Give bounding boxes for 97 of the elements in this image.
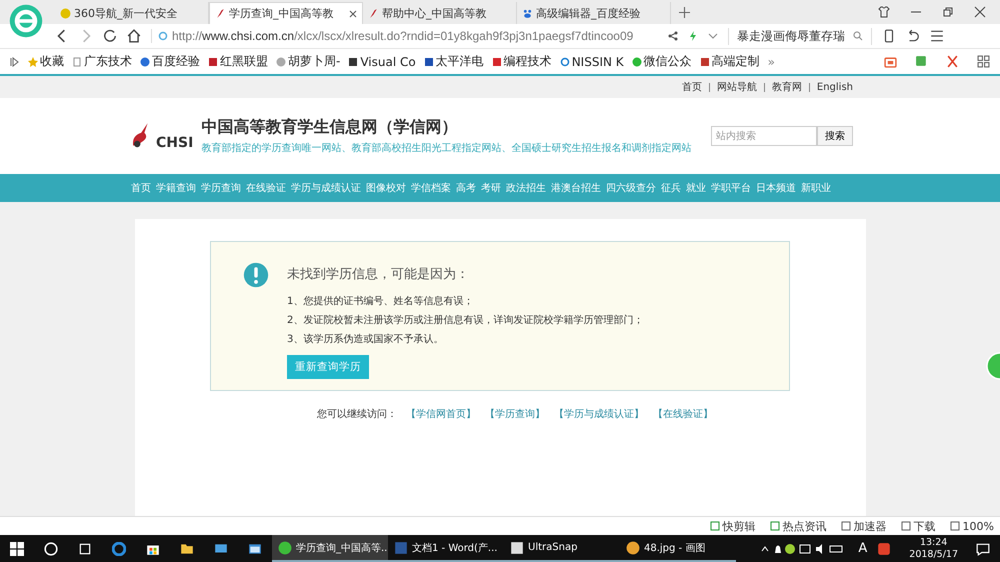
bookmark[interactable]: 收藏: [28, 53, 64, 70]
sogou-icon[interactable]: [877, 542, 892, 556]
restore-icon[interactable]: [942, 6, 954, 18]
bookmark[interactable]: 胡萝卜周-: [276, 53, 340, 70]
edge-icon[interactable]: [112, 542, 126, 556]
bookmark-icon: [632, 56, 642, 66]
status-item[interactable]: 热点资讯: [770, 518, 827, 534]
notification-icon[interactable]: [976, 542, 990, 556]
menu-icon[interactable]: [930, 29, 944, 43]
browser-tab[interactable]: 高级编辑器_百度经验: [517, 2, 671, 24]
status-icon: [710, 521, 720, 531]
status-item[interactable]: 快剪辑: [710, 518, 756, 534]
bookmark-icon: [140, 56, 150, 66]
app-icon: [278, 540, 292, 554]
status-item[interactable]: 加速器: [840, 518, 887, 534]
sidebar-toggle-icon[interactable]: [10, 56, 20, 66]
app-icon: [626, 540, 640, 554]
site-icon: [368, 8, 379, 18]
taskbar-app[interactable]: UltraSnap: [504, 535, 620, 562]
close-icon[interactable]: [349, 10, 357, 18]
bookmark[interactable]: Visual Co: [348, 54, 416, 68]
bookmark[interactable]: 编程技术: [492, 53, 552, 70]
bookmark-icon: [700, 56, 710, 66]
reason-text: 2、发证院校暂未注册该学历或注册信息有误，详询发证院校学籍学历管理部门；: [287, 314, 644, 328]
site-search-field[interactable]: 站内搜索: [711, 126, 817, 146]
continue-link[interactable]: 【学历查询】: [485, 407, 545, 421]
top-link[interactable]: 网站导航: [716, 80, 757, 94]
windows-start-icon[interactable]: [10, 542, 24, 556]
notice-title: 未找到学历信息，可能是因为：: [287, 266, 470, 283]
bookmark[interactable]: 百度经验: [140, 53, 200, 70]
status-item[interactable]: 下载: [900, 518, 936, 534]
page-status-icon: [158, 31, 168, 41]
lightning-icon[interactable]: [688, 31, 698, 41]
reason-text: 1、您提供的证书编号、姓名等信息有误；: [287, 294, 474, 309]
exclamation-icon: [243, 262, 269, 288]
bookmark-icon: [276, 56, 286, 66]
bookmark-icon: [28, 56, 38, 66]
taskbar-app[interactable]: 文档1 - Word(产...: [388, 535, 504, 562]
new-tab-icon[interactable]: [679, 7, 690, 18]
site-icon: [60, 8, 71, 18]
top-link[interactable]: 教育网: [772, 80, 802, 94]
bookmark-icon: [72, 56, 82, 66]
status-icon: [770, 521, 780, 531]
status-item[interactable]: 100%: [950, 520, 994, 532]
home-icon[interactable]: [127, 29, 141, 43]
clock[interactable]: 13:24 2018/5/17: [909, 536, 958, 560]
app-icon: [394, 540, 408, 554]
top-link[interactable]: 首页: [682, 80, 702, 94]
bookmark-icon: [492, 56, 502, 66]
window-icon[interactable]: [248, 542, 262, 556]
bookmark[interactable]: 太平洋电: [424, 53, 484, 70]
status-icon: [950, 521, 960, 531]
search-icon[interactable]: [44, 542, 58, 556]
status-icon: [900, 521, 911, 531]
bookmark[interactable]: 高端定制: [700, 53, 760, 70]
bookmark-icon: [208, 56, 218, 66]
continue-link[interactable]: 【在线验证】: [653, 407, 713, 421]
apps-icon[interactable]: [977, 55, 990, 68]
taskbar-app[interactable]: 48.jpg - 画图: [620, 535, 736, 562]
continue-label: 您可以继续访问：: [317, 408, 397, 421]
top-link[interactable]: English: [816, 82, 853, 92]
site-icon: [215, 8, 226, 19]
search-field[interactable]: 暴走漫画侮辱董存瑞: [728, 28, 872, 44]
bookmark-icon: [560, 56, 570, 66]
bookmark[interactable]: 红黑联盟: [208, 53, 268, 70]
shirt-icon[interactable]: [878, 6, 890, 18]
browser-tab[interactable]: 帮助中心_中国高等教: [363, 2, 517, 24]
undo-icon[interactable]: [906, 29, 920, 43]
input-method[interactable]: A: [858, 541, 868, 556]
tv-icon[interactable]: [884, 55, 897, 68]
phone-icon[interactable]: [882, 29, 896, 43]
continue-link[interactable]: 【学历与成绩认证】: [554, 407, 644, 421]
site-subtitle: 教育部指定的学历查询唯一网站、教育部高校招生阳光工程指定网站、全国硕士研究生招生报名和调剂指定网站: [201, 142, 692, 155]
status-icon: [840, 521, 851, 531]
caret-icon[interactable]: [708, 31, 718, 41]
taskbar-app[interactable]: 学历查询_中国高等...: [272, 535, 388, 562]
search-button[interactable]: 搜索: [817, 126, 853, 146]
browser-tab[interactable]: 学历查询_中国高等教: [209, 2, 363, 24]
continue-link[interactable]: 【学信网首页】: [406, 407, 476, 421]
task-view-icon[interactable]: [78, 542, 92, 556]
bookmark[interactable]: NISSIN K: [560, 54, 624, 68]
site-title: 中国高等教育学生信息网（学信网）: [201, 117, 458, 138]
folder-icon[interactable]: [180, 542, 194, 556]
site-icon: [522, 8, 533, 18]
app-icon: [510, 540, 524, 554]
more-bookmarks[interactable]: »: [768, 54, 775, 68]
close-icon[interactable]: [974, 6, 986, 18]
bookmark-icon: [424, 56, 434, 66]
browser-logo-icon: [8, 3, 44, 39]
bookmark-icon: [348, 56, 358, 66]
logo-text: CHSI: [156, 135, 194, 151]
bookmark[interactable]: 微信公众: [632, 53, 692, 70]
reload-icon[interactable]: [103, 29, 117, 43]
share-icon[interactable]: [668, 31, 678, 41]
scissors-icon[interactable]: [946, 55, 959, 68]
reason-text: 3、该学历系伪造或国家不予承认。: [287, 332, 444, 347]
bookmark[interactable]: 广东技术: [72, 53, 132, 70]
